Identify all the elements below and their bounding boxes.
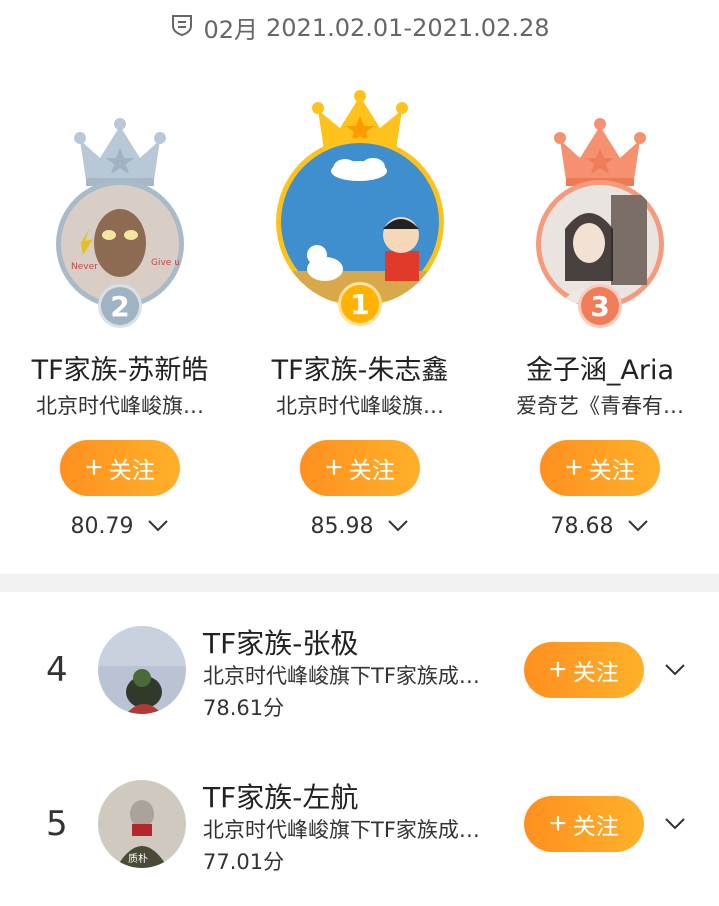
podium-score-row[interactable]: 85.98: [250, 514, 470, 539]
list-item[interactable]: 5 质朴 TF家族-左航 北京时代峰峻旗下TF家族成… 77.01分 + 关注: [0, 760, 719, 890]
plus-icon: +: [549, 807, 567, 840]
list-score: 78.61分: [203, 696, 285, 720]
rank-badge: 3: [578, 284, 622, 328]
avatar[interactable]: 质朴: [98, 780, 186, 868]
period-month: 02月: [203, 16, 259, 44]
chevron-down-icon[interactable]: [387, 514, 409, 539]
rank-badge: 1: [338, 282, 382, 326]
podium-score: 85.98: [310, 514, 374, 539]
avatar-text-give-up: Give up: [151, 258, 179, 268]
podium-desc: 爱奇艺《青春有…: [516, 394, 684, 418]
chevron-down-icon[interactable]: [147, 514, 169, 539]
rank-number: 5: [46, 804, 68, 844]
podium-desc: 北京时代峰峻旗…: [276, 394, 444, 418]
rank-number: 4: [46, 650, 68, 690]
shield-icon: [169, 12, 195, 44]
list-name[interactable]: TF家族-左航: [203, 776, 358, 816]
follow-button[interactable]: + 关注: [524, 796, 644, 852]
chevron-down-icon[interactable]: [627, 514, 649, 539]
plus-icon: +: [565, 451, 583, 484]
list-desc: 北京时代峰峻旗下TF家族成…: [203, 818, 480, 842]
follow-button[interactable]: + 关注: [540, 440, 660, 496]
follow-button[interactable]: + 关注: [60, 440, 180, 496]
chevron-down-icon[interactable]: [664, 662, 686, 681]
section-divider: [0, 574, 719, 592]
podium-score: 78.68: [550, 514, 614, 539]
follow-label: 关注: [588, 457, 635, 483]
follow-label: 关注: [348, 457, 395, 483]
follow-label: 关注: [108, 457, 155, 483]
top-three-podium: Never Give up 2 TF家族-苏新皓 北京时代峰峻旗… + 关注 80…: [0, 90, 719, 560]
chevron-down-icon[interactable]: [664, 816, 686, 835]
period-range: 2021.02.01-2021.02.28: [266, 13, 550, 42]
list-desc: 北京时代峰峻旗下TF家族成…: [203, 664, 480, 688]
rank-badge: 2: [98, 284, 142, 328]
follow-label: 关注: [572, 659, 619, 685]
avatar[interactable]: [98, 626, 186, 714]
period-header: 02月 2021.02.01-2021.02.28: [0, 10, 719, 45]
follow-button[interactable]: + 关注: [524, 642, 644, 698]
list-score: 77.01分: [203, 850, 285, 874]
plus-icon: +: [85, 451, 103, 484]
podium-name[interactable]: TF家族-朱志鑫: [250, 348, 470, 387]
list-item[interactable]: 4 TF家族-张极 北京时代峰峻旗下TF家族成… 78.61分 + 关注: [0, 606, 719, 736]
avatar-caption: 质朴: [128, 852, 148, 865]
list-name[interactable]: TF家族-张极: [203, 622, 358, 662]
avatar-text-never: Never: [71, 262, 98, 272]
podium-score-row[interactable]: 78.68: [490, 514, 710, 539]
podium-score-row[interactable]: 80.79: [10, 514, 230, 539]
follow-button[interactable]: + 关注: [300, 440, 420, 496]
plus-icon: +: [325, 451, 343, 484]
follow-label: 关注: [572, 813, 619, 839]
podium-desc: 北京时代峰峻旗…: [36, 394, 204, 418]
plus-icon: +: [549, 653, 567, 686]
podium-name[interactable]: TF家族-苏新皓: [10, 348, 230, 387]
avatar[interactable]: [276, 138, 444, 306]
podium-name[interactable]: 金子涵_Aria: [490, 348, 710, 387]
podium-score: 80.79: [70, 514, 134, 539]
